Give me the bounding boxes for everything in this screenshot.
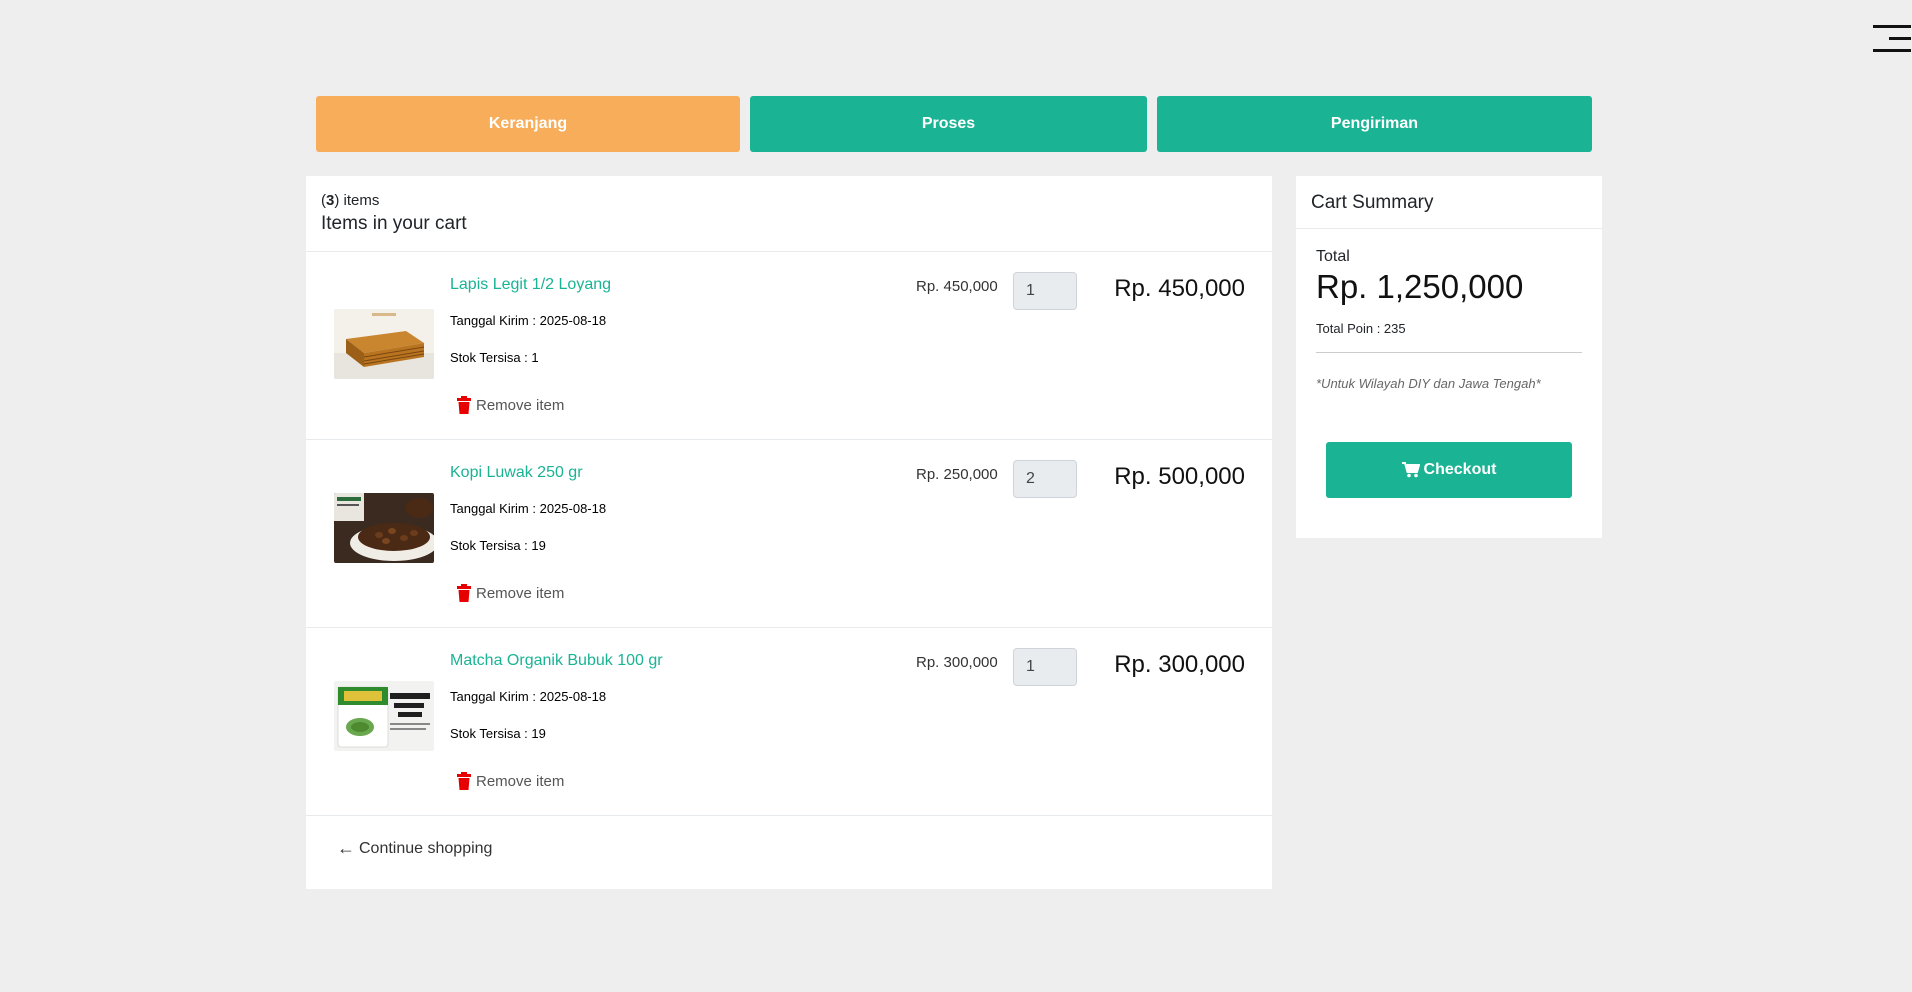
total-points: Total Poin : 235 [1316, 321, 1406, 336]
cart-panel: (3) items Items in your cart Lapis Legit… [306, 176, 1272, 889]
product-name[interactable]: Kopi Luwak 250 gr [450, 464, 583, 482]
stock-label: Stok Tersisa : [450, 726, 532, 741]
stock-value: 19 [531, 726, 546, 741]
step-proses[interactable]: Proses [750, 96, 1147, 152]
cart-header: (3) items Items in your cart [306, 176, 1272, 252]
cart-icon [1401, 462, 1420, 478]
delivery-date-label: Tanggal Kirim : [450, 689, 540, 704]
line-total: Rp. 300,000 [1114, 651, 1245, 678]
cart-item: Matcha Organik Bubuk 100 gr Tanggal Kiri… [306, 628, 1272, 816]
delivery-date-label: Tanggal Kirim : [450, 501, 540, 516]
cart-summary-title: Cart Summary [1296, 176, 1602, 229]
cart-item: Kopi Luwak 250 gr Tanggal Kirim : 2025-0… [306, 440, 1272, 628]
lapis-legit-cake-image [334, 309, 434, 379]
continue-shopping-label: Continue shopping [359, 839, 493, 857]
arrow-left-icon: ← [337, 838, 355, 858]
unit-price: Rp. 300,000 [916, 654, 998, 671]
continue-shopping-link[interactable]: ← Continue shopping [337, 838, 492, 859]
region-note: *Untuk Wilayah DIY dan Jawa Tengah* [1316, 376, 1541, 391]
line-total: Rp. 450,000 [1114, 275, 1245, 302]
items-count: (3) items [321, 192, 380, 209]
stock-remaining: Stok Tersisa : 19 [450, 726, 546, 741]
delivery-date: Tanggal Kirim : 2025-08-18 [450, 501, 606, 516]
remove-item-label: Remove item [476, 396, 565, 414]
quantity-input[interactable] [1013, 648, 1077, 686]
delivery-date-value: 2025-08-18 [539, 313, 607, 328]
summary-divider [1316, 352, 1582, 353]
remove-item-label: Remove item [476, 584, 565, 602]
grand-total: Rp. 1,250,000 [1316, 268, 1524, 305]
product-name[interactable]: Matcha Organik Bubuk 100 gr [450, 652, 663, 670]
step-pengiriman[interactable]: Pengiriman [1157, 96, 1592, 152]
stock-label: Stok Tersisa : [450, 538, 532, 553]
unit-price: Rp. 250,000 [916, 466, 998, 483]
coffee-beans-image [334, 493, 434, 563]
delivery-date-value: 2025-08-18 [539, 689, 607, 704]
trash-icon [457, 772, 471, 790]
quantity-input[interactable] [1013, 272, 1077, 310]
delivery-date: Tanggal Kirim : 2025-08-18 [450, 313, 606, 328]
product-name[interactable]: Lapis Legit 1/2 Loyang [450, 276, 611, 294]
delivery-date-label: Tanggal Kirim : [450, 313, 540, 328]
step-keranjang[interactable]: Keranjang [316, 96, 740, 152]
cart-summary-panel: Cart Summary Total Rp. 1,250,000 Total P… [1296, 176, 1602, 538]
delivery-date-value: 2025-08-18 [539, 501, 607, 516]
remove-item-button[interactable]: Remove item [456, 772, 564, 790]
total-label: Total [1316, 248, 1350, 265]
remove-item-label: Remove item [476, 772, 565, 790]
stock-value: 1 [531, 350, 539, 365]
checkout-label: Checkout [1423, 461, 1497, 478]
stock-label: Stok Tersisa : [450, 350, 532, 365]
remove-item-button[interactable]: Remove item [456, 396, 564, 414]
cart-item: Lapis Legit 1/2 Loyang Tanggal Kirim : 2… [306, 252, 1272, 440]
line-total: Rp. 500,000 [1114, 463, 1245, 490]
trash-icon [457, 396, 471, 414]
delivery-date: Tanggal Kirim : 2025-08-18 [450, 689, 606, 704]
stock-remaining: Stok Tersisa : 1 [450, 350, 539, 365]
stock-value: 19 [531, 538, 546, 553]
cart-title: Items in your cart [321, 213, 467, 234]
quantity-input[interactable] [1013, 460, 1077, 498]
hamburger-menu-icon[interactable] [1873, 20, 1911, 56]
unit-price: Rp. 450,000 [916, 278, 998, 295]
trash-icon [457, 584, 471, 602]
stock-remaining: Stok Tersisa : 19 [450, 538, 546, 553]
remove-item-button[interactable]: Remove item [456, 584, 564, 602]
checkout-button[interactable]: Checkout [1326, 442, 1572, 498]
items-count-suffix: ) items [334, 192, 380, 209]
matcha-powder-package-image [334, 681, 434, 751]
